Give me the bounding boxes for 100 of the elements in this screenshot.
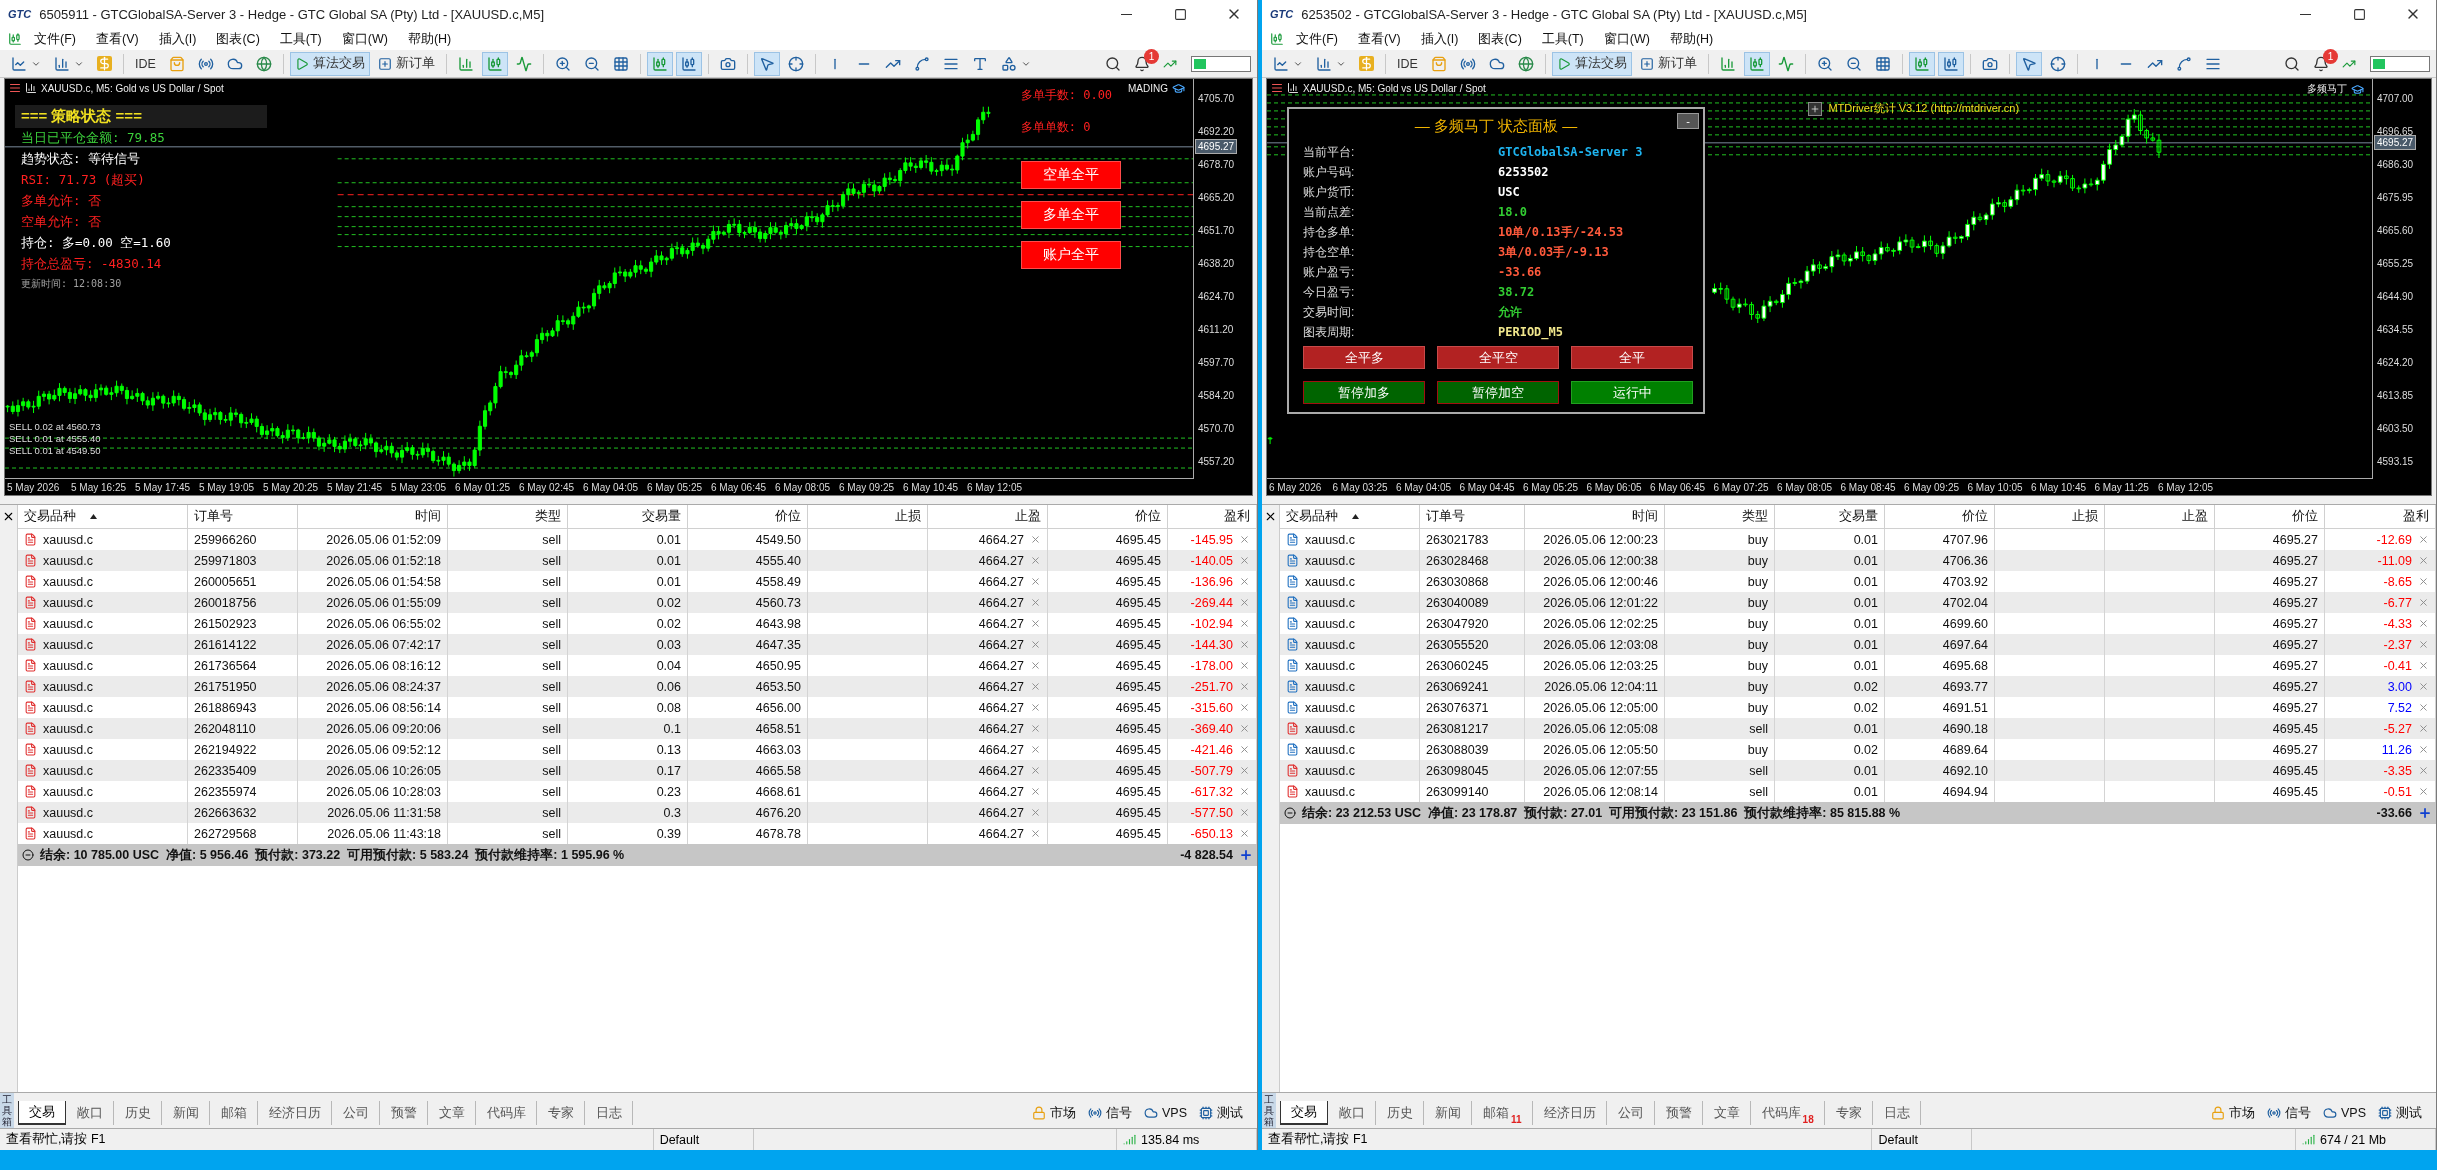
column-header[interactable]: 止损: [808, 505, 928, 529]
column-header[interactable]: 止盈: [2105, 505, 2215, 529]
menu-item[interactable]: 帮助(H): [1661, 28, 1722, 50]
panel-action-button[interactable]: 运行中: [1571, 381, 1693, 404]
menu-item[interactable]: 插入(I): [1412, 28, 1467, 50]
column-header[interactable]: 订单号: [188, 505, 298, 529]
panel-action-button[interactable]: 全平: [1571, 346, 1693, 369]
panel-tab[interactable]: 敞口: [66, 1101, 114, 1125]
panel-tab[interactable]: 历史: [114, 1101, 162, 1125]
panel-tab[interactable]: 经济日历: [1532, 1101, 1607, 1125]
position-row[interactable]: xauusd.c 263028468 2026.05.06 12:00:38 buy 0.01 4706.36 4695.27 -11.09: [1280, 550, 2436, 571]
position-row[interactable]: xauusd.c 260018756 2026.05.06 01:55:09 sell 0.02 4560.73 4664.27 4695.45 -269.44: [18, 592, 1257, 613]
ide-button[interactable]: IDE: [130, 51, 161, 76]
panel-action-button[interactable]: 暂停加空: [1437, 381, 1559, 404]
menu-item[interactable]: 插入(I): [150, 28, 205, 50]
menu-item[interactable]: 工具(T): [1533, 28, 1592, 50]
column-header[interactable]: 盈利: [2325, 505, 2436, 529]
collapse-button[interactable]: -: [1677, 113, 1699, 129]
profit-cell: -0.41: [2383, 658, 2412, 673]
panel-tab[interactable]: 文章: [1702, 1101, 1751, 1125]
menu-item[interactable]: 窗口(W): [1595, 28, 1658, 50]
service-link[interactable]: 市场: [1026, 1101, 1082, 1125]
column-header[interactable]: 交易品种: [18, 505, 188, 529]
position-row[interactable]: xauusd.c 262663632 2026.05.06 11:31:58 sell 0.3 4676.20 4664.27 4695.45 -577.50: [18, 802, 1257, 823]
panel-tab[interactable]: 专家: [537, 1101, 585, 1125]
menu-item[interactable]: 文件(F): [1288, 28, 1346, 50]
column-header[interactable]: 交易品种: [1280, 505, 1420, 529]
column-header[interactable]: 时间: [1525, 505, 1665, 529]
menu-item[interactable]: 图表(C): [1470, 28, 1530, 50]
new-order-button[interactable]: 新订单: [1634, 51, 1702, 76]
column-header[interactable]: 止盈: [928, 505, 1048, 529]
table-cell: 4676.20: [755, 805, 801, 820]
column-header[interactable]: 止损: [1995, 505, 2105, 529]
column-header[interactable]: 类型: [1665, 505, 1775, 529]
toolbox-label[interactable]: 工具箱: [0, 1093, 14, 1128]
menu-item[interactable]: 工具(T): [271, 28, 330, 50]
panel-tab[interactable]: 代码库: [476, 1101, 537, 1125]
algo-trading-button[interactable]: 算法交易: [289, 51, 370, 76]
position-row[interactable]: xauusd.c 259971803 2026.05.06 01:52:18 sell 0.01 4555.40 4664.27 4695.45 -140.05: [18, 550, 1257, 571]
column-header[interactable]: 价位: [1885, 505, 1995, 529]
service-link[interactable]: 信号: [1082, 1101, 1138, 1125]
new-order-button[interactable]: 新订单: [372, 51, 440, 76]
menu-item[interactable]: 帮助(H): [399, 28, 460, 50]
position-row[interactable]: xauusd.c 263098045 2026.05.06 12:07:55 sell 0.01 4692.10 4695.45 -3.35: [1280, 760, 2436, 781]
service-link[interactable]: VPS: [2317, 1101, 2372, 1125]
algo-trading-button[interactable]: 算法交易: [1551, 51, 1632, 76]
price-tick: 4611.20: [1198, 324, 1235, 335]
panel-tab[interactable]: 新闻: [1424, 1101, 1472, 1125]
column-header[interactable]: 盈利: [1168, 505, 1257, 529]
menu-item[interactable]: 窗口(W): [333, 28, 396, 50]
column-header[interactable]: 订单号: [1420, 505, 1525, 529]
position-row[interactable]: xauusd.c 261751950 2026.05.06 08:24:37 sell 0.06 4653.50 4664.27 4695.45 -251.70: [18, 676, 1257, 697]
service-link[interactable]: 测试: [2372, 1101, 2428, 1125]
service-link[interactable]: VPS: [1138, 1101, 1193, 1125]
column-header[interactable]: 交易量: [568, 505, 688, 529]
panel-tab[interactable]: 预警: [380, 1101, 428, 1125]
panel-tab[interactable]: 敞口: [1328, 1101, 1376, 1125]
panel-tab[interactable]: 公司: [1606, 1101, 1655, 1125]
panel-tab[interactable]: 交易: [1280, 1101, 1328, 1125]
panel-tab[interactable]: 经济日历: [258, 1101, 332, 1125]
panel-tab[interactable]: 预警: [1654, 1101, 1703, 1125]
column-header[interactable]: 价位: [688, 505, 808, 529]
panel-tab[interactable]: 文章: [428, 1101, 476, 1125]
menu-item[interactable]: 查看(V): [87, 28, 147, 50]
order-level-label: SELL 0.01 at 4549.50: [9, 445, 101, 456]
panel-tab[interactable]: 交易: [18, 1101, 66, 1125]
close-positions-button[interactable]: 多单全平: [1020, 201, 1121, 229]
panel-tab[interactable]: 历史: [1376, 1101, 1424, 1125]
service-link[interactable]: 市场: [2205, 1101, 2261, 1125]
position-row[interactable]: xauusd.c 263040089 2026.05.06 12:01:22 buy 0.01 4702.04 4695.27 -6.77: [1280, 592, 2436, 613]
panel-action-button[interactable]: 全平多: [1303, 346, 1425, 369]
close-positions-button[interactable]: 账户全平: [1020, 241, 1121, 269]
panel-tab[interactable]: 新闻: [162, 1101, 210, 1125]
toolbox-label[interactable]: 工具箱: [1262, 1093, 1276, 1128]
table-cell: 261736564: [194, 658, 257, 673]
service-link[interactable]: 信号: [2261, 1101, 2317, 1125]
position-row[interactable]: xauusd.c 262335409 2026.05.06 10:26:05 sell 0.17 4665.58 4664.27 4695.45 -507.79: [18, 760, 1257, 781]
menu-item[interactable]: 文件(F): [26, 28, 84, 50]
column-header[interactable]: 价位: [1048, 505, 1168, 529]
service-link[interactable]: 测试: [1193, 1101, 1249, 1125]
panel-tab[interactable]: 邮箱: [210, 1101, 258, 1125]
column-header[interactable]: 交易量: [1775, 505, 1885, 529]
position-row[interactable]: xauusd.c 261614122 2026.05.06 07:42:17 sell 0.03 4647.35 4664.27 4695.45 -144.30: [18, 634, 1257, 655]
position-row[interactable]: xauusd.c 262048110 2026.05.06 09:20:06 sell 0.1 4658.51 4664.27 4695.45 -369.40: [18, 718, 1257, 739]
position-row[interactable]: xauusd.c 263069241 2026.05.06 12:04:11 buy 0.02 4693.77 4695.27 3.00: [1280, 676, 2436, 697]
panel-tab[interactable]: 公司: [332, 1101, 380, 1125]
ide-button[interactable]: IDE: [1392, 51, 1423, 76]
position-row[interactable]: xauusd.c 263055520 2026.05.06 12:03:08 buy 0.01 4697.64 4695.27 -2.37: [1280, 634, 2436, 655]
close-positions-button[interactable]: 空单全平: [1020, 161, 1121, 189]
column-header[interactable]: 时间: [298, 505, 448, 529]
panel-action-button[interactable]: 全平空: [1437, 346, 1559, 369]
column-header[interactable]: 价位: [2215, 505, 2325, 529]
panel-action-button[interactable]: 暂停加多: [1303, 381, 1425, 404]
menu-item[interactable]: 查看(V): [1349, 28, 1409, 50]
panel-tab[interactable]: 日志: [1872, 1101, 1921, 1125]
column-header[interactable]: 类型: [448, 505, 568, 529]
panel-tab[interactable]: 专家: [1824, 1101, 1873, 1125]
panel-tab[interactable]: 日志: [585, 1101, 633, 1125]
position-row[interactable]: xauusd.c 263081217 2026.05.06 12:05:08 sell 0.01 4690.18 4695.45 -5.27: [1280, 718, 2436, 739]
menu-item[interactable]: 图表(C): [208, 28, 268, 50]
